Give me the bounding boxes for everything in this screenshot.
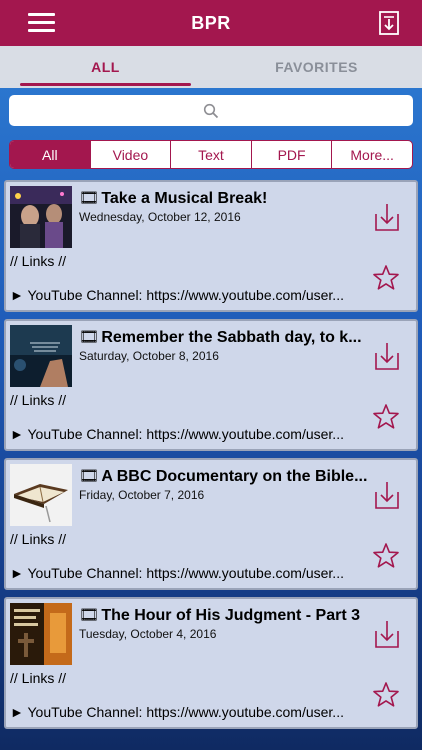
post-date: Tuesday, October 4, 2016 [79,627,217,641]
post-card[interactable]: 🎞 The Hour of His Judgment - Part 3 Tuesd… [4,597,418,729]
tab-bar: ALL FAVORITES [0,46,422,88]
post-thumbnail [10,325,72,387]
content-type-filter: All Video Text PDF More... [9,140,413,169]
filter-more[interactable]: More... [332,141,412,168]
download-icon[interactable] [374,619,400,649]
download-icon[interactable] [374,341,400,371]
post-youtube-text: ► YouTube Channel: https://www.youtube.c… [10,287,344,303]
video-film-icon: 🎞 [79,190,100,207]
filter-pdf[interactable]: PDF [252,141,333,168]
search-icon [203,103,219,118]
post-youtube-text: ► YouTube Channel: https://www.youtube.c… [10,704,344,720]
post-title[interactable]: 🎞 The Hour of His Judgment - Part 3 [79,605,369,625]
post-date: Friday, October 7, 2016 [79,488,205,502]
download-icon[interactable] [374,202,400,232]
filter-video[interactable]: Video [91,141,172,168]
post-title[interactable]: 🎞 A BBC Documentary on the Bible... [79,466,369,486]
download-icon[interactable] [374,480,400,510]
post-date: Wednesday, October 12, 2016 [79,210,241,224]
post-thumbnail [10,186,72,248]
app-header: BPR [0,0,422,46]
post-thumbnail [10,464,72,526]
post-thumbnail [10,603,72,665]
post-date: Saturday, October 8, 2016 [79,349,219,363]
video-film-icon: 🎞 [79,607,100,624]
search-input[interactable] [9,95,413,126]
post-card[interactable]: 🎞 Take a Musical Break! Wednesday, Octobe… [4,180,418,312]
video-film-icon: 🎞 [79,329,100,346]
download-list-icon[interactable] [376,10,402,36]
post-links-label: // Links // [10,670,67,686]
post-links-label: // Links // [10,253,67,269]
post-youtube-text: ► YouTube Channel: https://www.youtube.c… [10,565,344,581]
post-card[interactable]: 🎞 A BBC Documentary on the Bible... Frida… [4,458,418,590]
post-links-label: // Links // [10,392,67,408]
tab-all[interactable]: ALL [0,46,211,88]
favorite-star-icon[interactable] [372,264,400,292]
tab-favorites[interactable]: FAVORITES [211,46,422,88]
post-youtube-text: ► YouTube Channel: https://www.youtube.c… [10,426,344,442]
app-title: BPR [191,12,231,33]
video-film-icon: 🎞 [79,468,100,485]
post-title[interactable]: 🎞 Take a Musical Break! [79,188,369,208]
hamburger-menu-icon[interactable] [28,13,55,33]
filter-text[interactable]: Text [171,141,252,168]
post-card[interactable]: 🎞 Remember the Sabbath day, to k... Satur… [4,319,418,451]
favorite-star-icon[interactable] [372,403,400,431]
favorite-star-icon[interactable] [372,681,400,709]
filter-all[interactable]: All [10,141,91,168]
post-links-label: // Links // [10,531,67,547]
favorite-star-icon[interactable] [372,542,400,570]
post-title[interactable]: 🎞 Remember the Sabbath day, to k... [79,327,369,347]
